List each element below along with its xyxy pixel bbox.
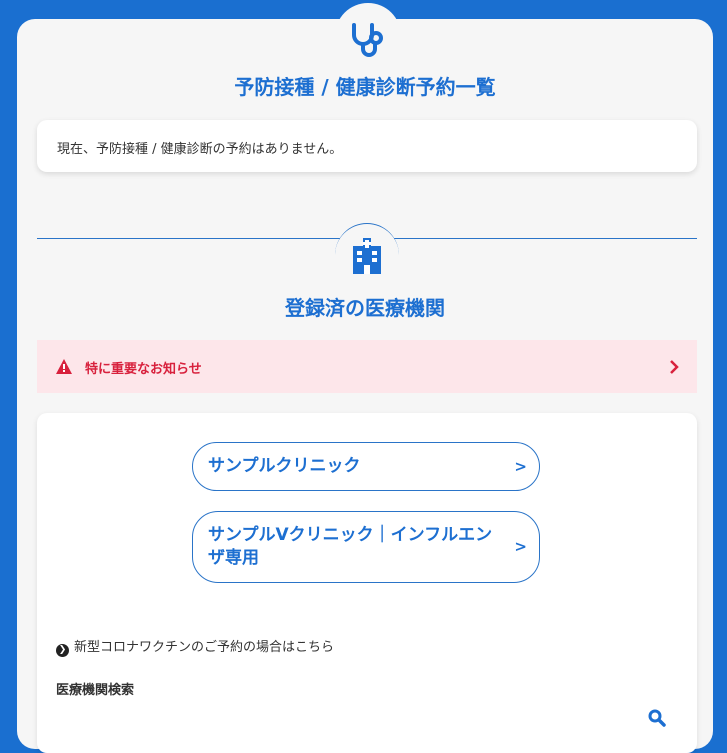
important-notice-label: 特に重要なお知らせ bbox=[85, 362, 202, 377]
hospital-badge bbox=[335, 223, 399, 287]
clinic-list-card: サンプルクリニック > サンプルVクリニック｜インフルエンザ専用 > ❯ 新型コロ… bbox=[37, 413, 697, 753]
clinic-button-sample-v[interactable]: サンプルVクリニック｜インフルエンザ専用 > bbox=[192, 511, 540, 583]
institution-search-label: 医療機関検索 bbox=[56, 683, 135, 698]
stethoscope-badge bbox=[335, 3, 401, 69]
search-icon[interactable] bbox=[648, 709, 666, 727]
corona-vaccine-link-text: 新型コロナワクチンのご予約の場合はこちら bbox=[74, 640, 335, 655]
clinic-name: サンプルVクリニック｜インフルエンザ専用 bbox=[208, 525, 493, 568]
chevron-right-icon: > bbox=[514, 537, 527, 556]
corona-vaccine-link[interactable]: ❯ 新型コロナワクチンのご予約の場合はこちら bbox=[56, 636, 334, 657]
empty-reservations-message: 現在、予防接種 / 健康診断の予約はありません。 bbox=[57, 142, 343, 157]
clinic-button-sample[interactable]: サンプルクリニック > bbox=[192, 442, 540, 491]
empty-reservations-card: 現在、予防接種 / 健康診断の予約はありません。 bbox=[37, 120, 697, 172]
stethoscope-icon bbox=[352, 23, 383, 57]
main-panel: 予防接種 / 健康診断予約一覧 現在、予防接種 / 健康診断の予約はありません。… bbox=[17, 3, 713, 753]
arrow-circle-icon: ❯ bbox=[56, 644, 69, 657]
chevron-right-icon: > bbox=[514, 457, 527, 475]
chevron-right-icon bbox=[670, 360, 679, 374]
hospital-icon bbox=[353, 238, 381, 274]
registered-institutions-title: 登録済の医療機関 bbox=[285, 296, 445, 320]
vaccination-list-title: 予防接種 / 健康診断予約一覧 bbox=[234, 75, 496, 99]
clinic-name: サンプルクリニック bbox=[208, 456, 361, 476]
warning-icon bbox=[56, 359, 72, 374]
important-notice-bar[interactable]: 特に重要なお知らせ bbox=[37, 340, 697, 393]
